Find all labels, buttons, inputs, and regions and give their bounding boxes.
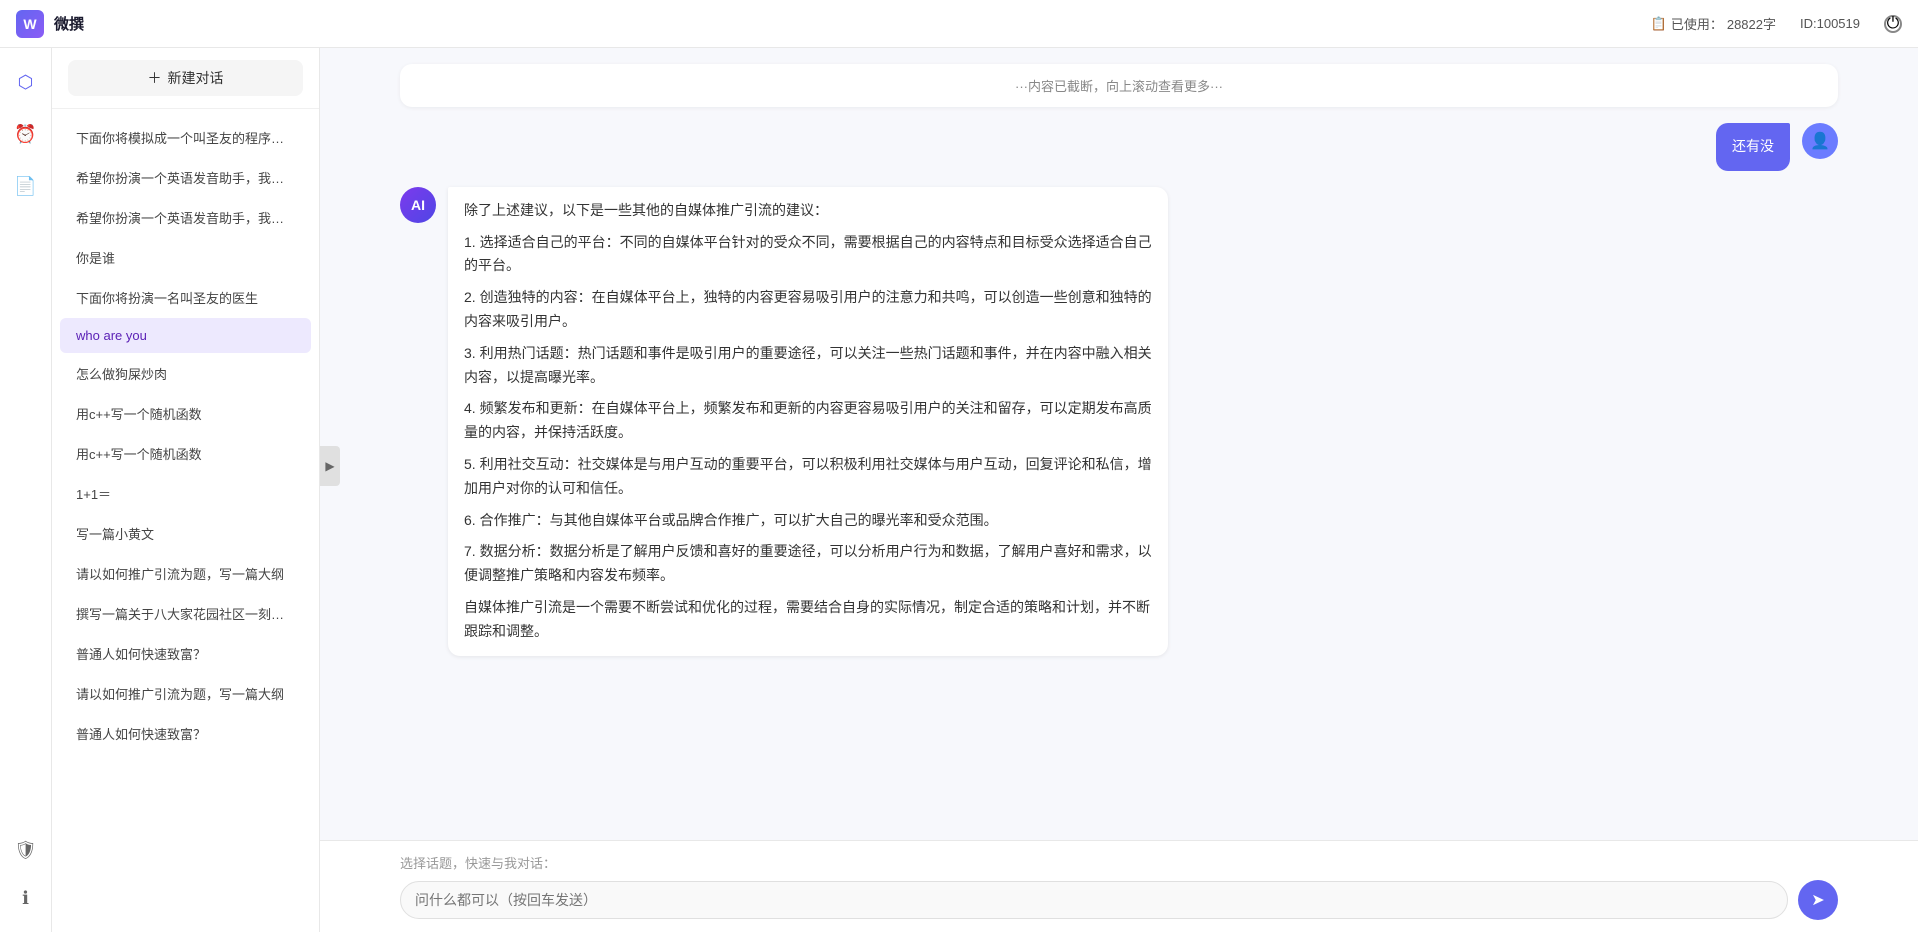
chat-list-item[interactable]: 写一篇小黄文 [60,514,311,553]
sidebar-icon-shield[interactable]: 🛡 [8,832,44,868]
chat-list-item[interactable]: 普通人如何快速致富？ [60,634,311,673]
main-layout: ⬡ ⏰ 📄 🛡 ℹ ＋ 新建对话 下面你将模拟成一个叫圣友的程序员，我说...希… [0,48,1918,932]
sidebar-icon-info[interactable]: ℹ [8,880,44,916]
header-right: 📋 已使用： 28822字 ID:100519 ⏻ [1651,14,1902,33]
plus-icon: ＋ [148,68,162,88]
icon-sidebar: ⬡ ⏰ 📄 🛡 ℹ [0,48,52,932]
user-message: 👤 还有没 [400,123,1838,171]
new-chat-button[interactable]: ＋ 新建对话 [68,60,303,96]
chat-list-item[interactable]: 请以如何推广引流为题，写一篇大纲 [60,554,311,593]
ai-bubble: 除了上述建议，以下是一些其他的自媒体推广引流的建议：1. 选择适合自己的平台：不… [448,187,1168,656]
chat-list-item[interactable]: who are you [60,318,311,353]
user-id: ID:100519 [1800,16,1860,31]
user-bubble: 还有没 [1716,123,1790,171]
chat-input[interactable] [400,881,1788,919]
app-logo: W [16,10,44,38]
sidebar-icon-package[interactable]: ⬡ [8,64,44,100]
header-left: W 微撰 [16,10,84,38]
chat-list-item[interactable]: 怎么做狗屎炒肉 [60,354,311,393]
chat-list-item[interactable]: 用c++写一个随机函数 [60,434,311,473]
input-row: ➤ [400,880,1838,920]
send-icon: ➤ [1811,890,1824,910]
power-button[interactable]: ⏻ [1884,15,1902,33]
send-button[interactable]: ➤ [1798,880,1838,920]
new-chat-label: 新建对话 [168,68,224,88]
chat-main: ···内容已截断，向上滚动查看更多··· 👤 还有没 AI 除了上述建议，以下是一些其… [320,48,1918,932]
chat-list-item[interactable]: 下面你将扮演一名叫圣友的医生 [60,278,311,317]
avatar: AI [400,187,436,223]
chat-sidebar: ＋ 新建对话 下面你将模拟成一个叫圣友的程序员，我说...希望你扮演一个英语发音… [52,48,320,932]
header: W 微撰 📋 已使用： 28822字 ID:100519 ⏻ [0,0,1918,48]
sidebar-icon-document[interactable]: 📄 [8,168,44,204]
chat-sidebar-header: ＋ 新建对话 [52,48,319,109]
doc-icon: 📋 [1651,16,1667,32]
avatar: 👤 [1802,123,1838,159]
chat-list-item[interactable]: 请以如何推广引流为题，写一篇大纲 [60,674,311,713]
stat-value: 28822字 [1727,14,1776,33]
chat-list-item[interactable]: 用c++写一个随机函数 [60,394,311,433]
sidebar-collapse-toggle[interactable]: ▶ [320,446,340,486]
chat-messages: ···内容已截断，向上滚动查看更多··· 👤 还有没 AI 除了上述建议，以下是一些其… [320,48,1918,840]
chat-list-item[interactable]: 普通人如何快速致富？ [60,714,311,753]
prev-message-indicator: ···内容已截断，向上滚动查看更多··· [400,64,1838,107]
stat-label: 已使用： [1671,14,1723,33]
chat-list-item[interactable]: 撰写一篇关于八大家花园社区一刻钟便民生... [60,594,311,633]
chat-list-item[interactable]: 1+1＝ [60,474,311,513]
chat-list-item[interactable]: 希望你扮演一个英语发音助手，我提供给你... [60,158,311,197]
icon-sidebar-bottom: 🛡 ℹ [8,832,44,916]
chat-list-item[interactable]: 下面你将模拟成一个叫圣友的程序员，我说... [60,118,311,157]
chat-list-item[interactable]: 你是谁 [60,238,311,277]
chat-input-area: 选择话题，快速与我对话： ➤ [320,840,1918,932]
app-title: 微撰 [54,13,84,34]
sidebar-icon-clock[interactable]: ⏰ [8,116,44,152]
ai-message: AI 除了上述建议，以下是一些其他的自媒体推广引流的建议：1. 选择适合自己的平台… [400,187,1838,656]
chat-list-item[interactable]: 希望你扮演一个英语发音助手，我提供给你... [60,198,311,237]
chat-list: 下面你将模拟成一个叫圣友的程序员，我说...希望你扮演一个英语发音助手，我提供给… [52,109,319,932]
quick-select-label: 选择话题，快速与我对话： [400,853,1838,872]
usage-stat: 📋 已使用： 28822字 [1651,14,1776,33]
